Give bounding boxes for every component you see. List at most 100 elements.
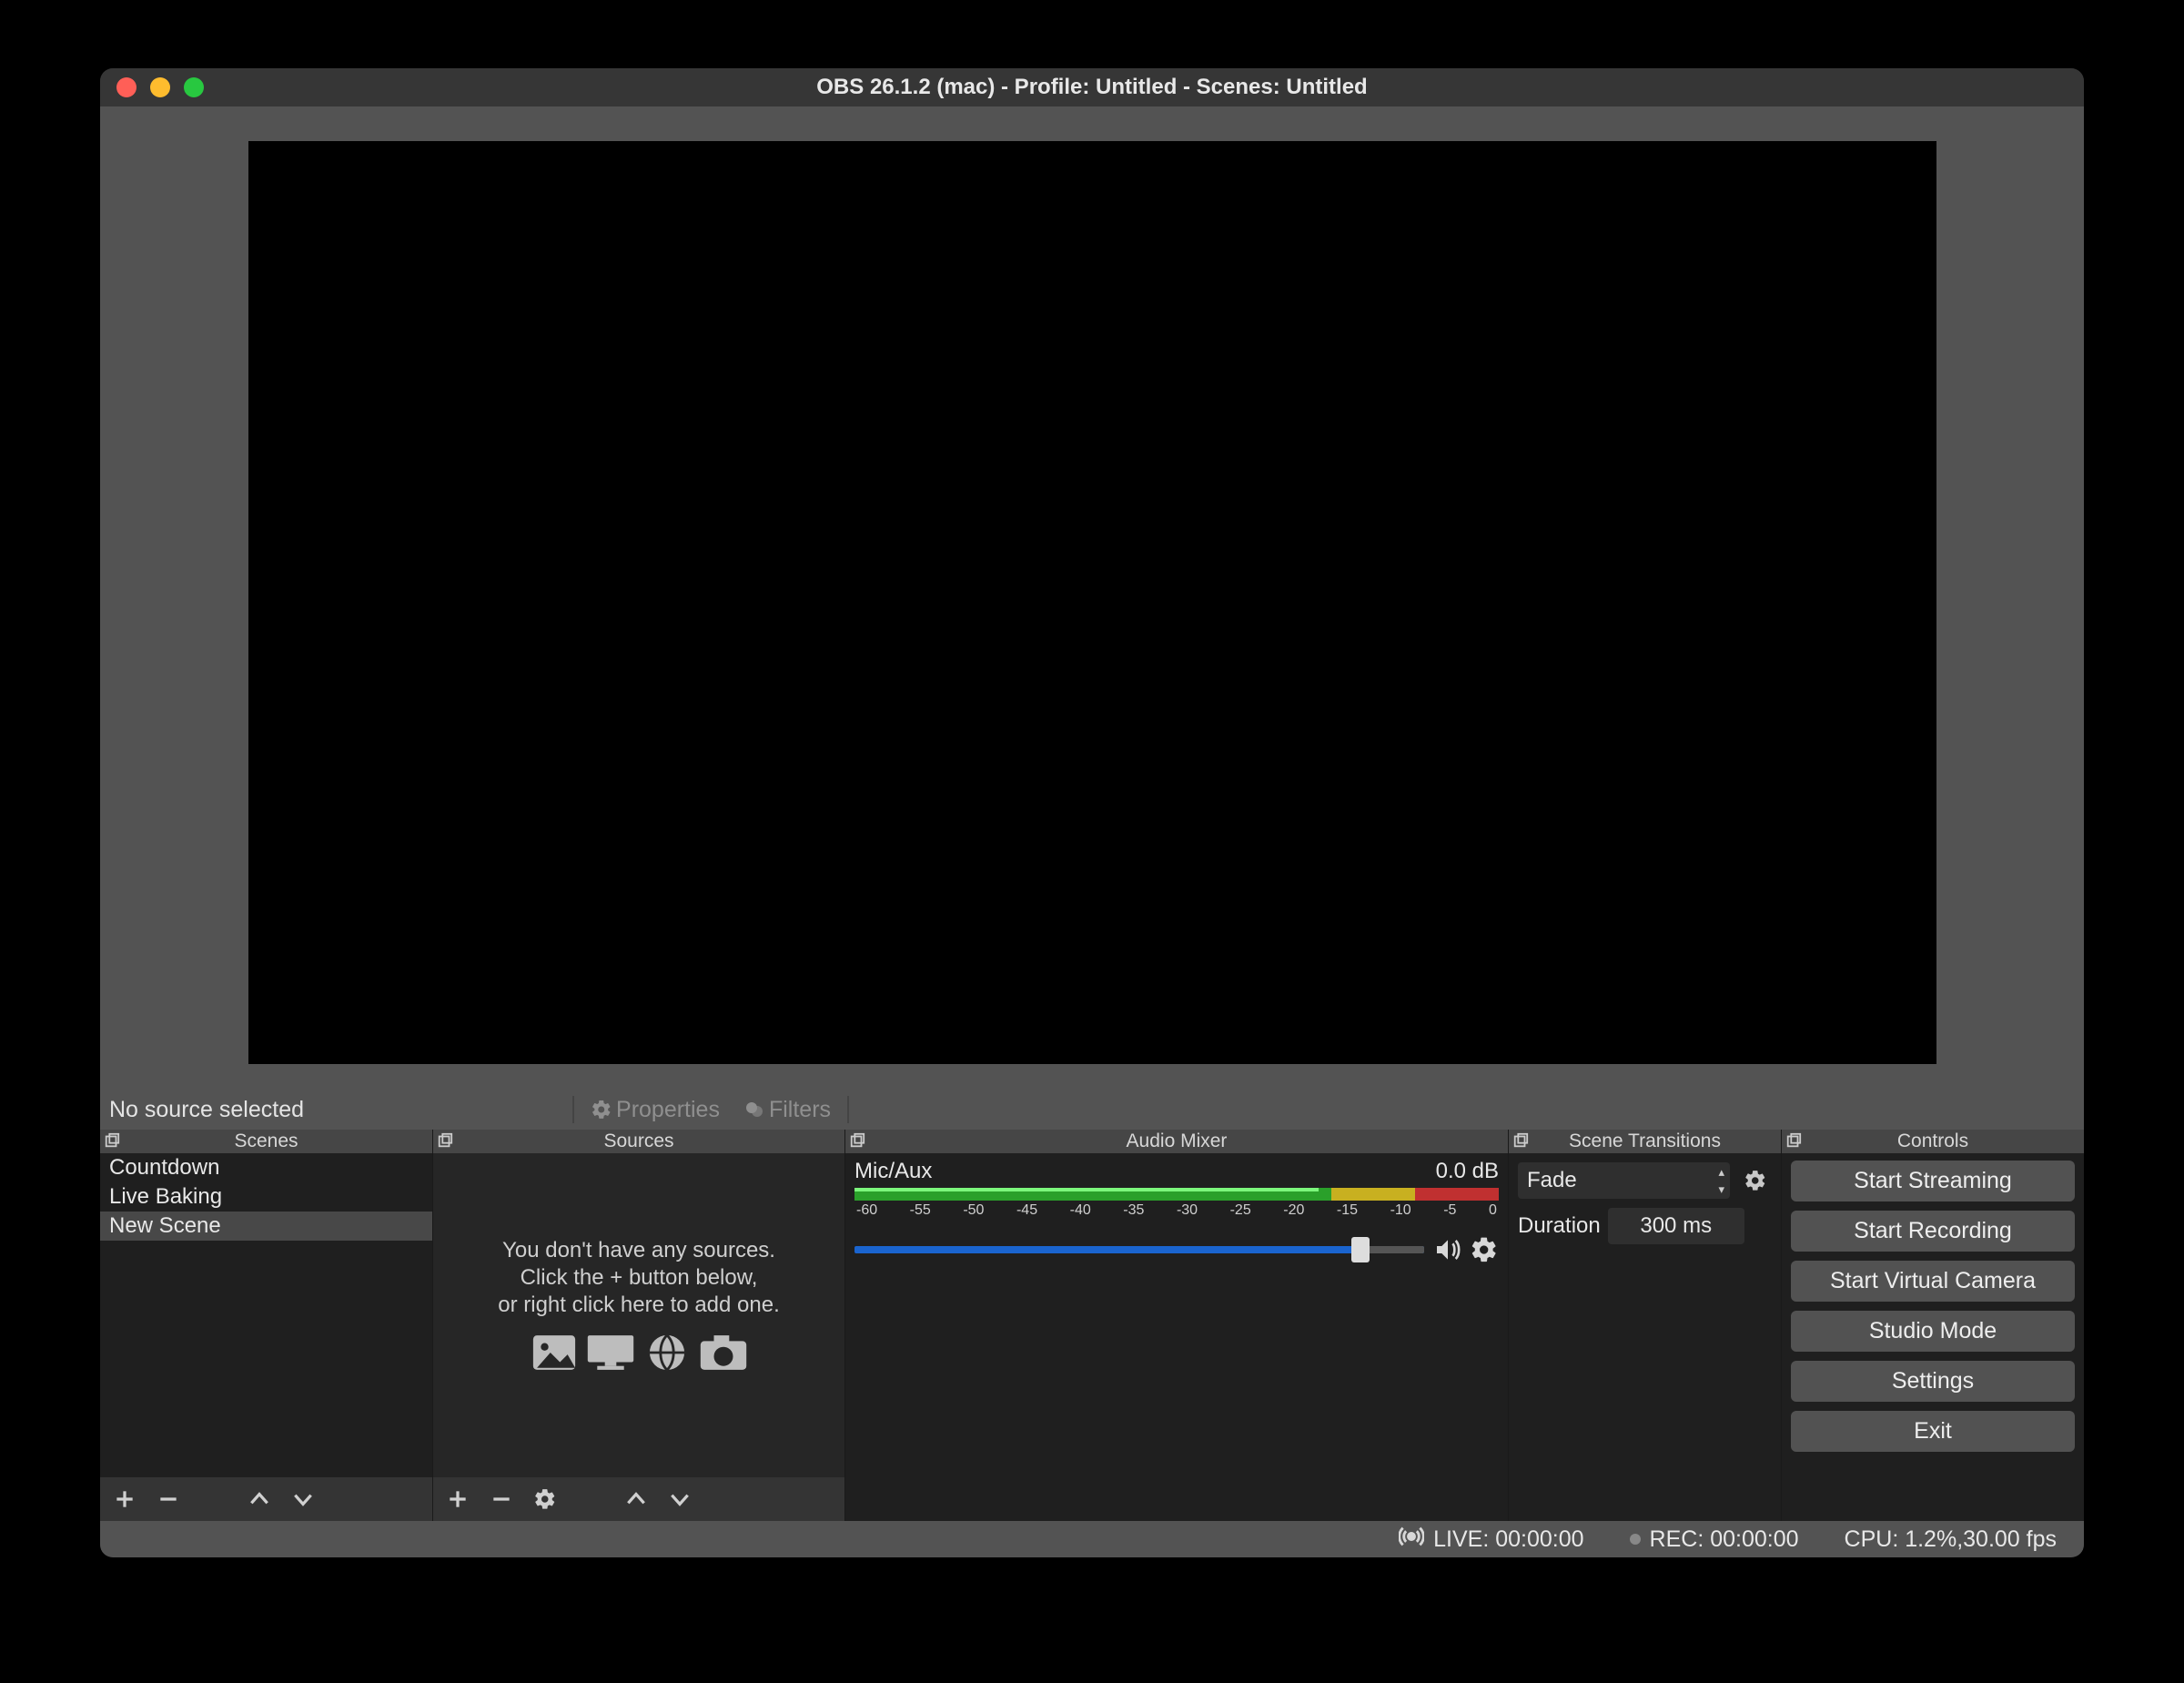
transition-settings-button[interactable] xyxy=(1737,1162,1774,1199)
scenes-toolbar xyxy=(100,1477,432,1521)
remove-scene-button[interactable] xyxy=(157,1487,180,1511)
volume-slider[interactable] xyxy=(854,1246,1424,1253)
scenes-dock: Scenes CountdownLive BakingNew Scene xyxy=(100,1130,433,1521)
scenes-list[interactable]: CountdownLive BakingNew Scene xyxy=(100,1153,432,1477)
transition-select[interactable]: Fade ▴▾ xyxy=(1518,1162,1730,1199)
scenes-title: Scenes xyxy=(234,1130,298,1152)
add-source-button[interactable] xyxy=(446,1487,470,1511)
studio-mode-button[interactable]: Studio Mode xyxy=(1791,1311,2075,1352)
popout-icon[interactable] xyxy=(849,1132,865,1149)
transitions-body: Fade ▴▾ Duration 300 ms ▴▾ xyxy=(1509,1153,1781,1521)
mixer-body: Mic/Aux 0.0 dB -60-55-50-45-40-35-30-25-… xyxy=(845,1153,1508,1521)
image-icon xyxy=(529,1333,580,1372)
volume-meter xyxy=(854,1188,1499,1201)
sources-header: Sources xyxy=(433,1130,844,1153)
status-bar: LIVE: 00:00:00 REC: 00:00:00 CPU: 1.2%,3… xyxy=(100,1521,2084,1557)
remove-source-button[interactable] xyxy=(490,1487,513,1511)
mixer-header: Audio Mixer xyxy=(845,1130,1508,1153)
separator xyxy=(572,1096,574,1124)
cpu-text: CPU: 1.2%,30.00 fps xyxy=(1845,1526,2057,1553)
gear-icon[interactable] xyxy=(1470,1235,1499,1264)
move-source-up-button[interactable] xyxy=(624,1487,648,1511)
popout-icon[interactable] xyxy=(104,1132,120,1149)
transitions-header: Scene Transitions xyxy=(1509,1130,1781,1153)
popout-icon[interactable] xyxy=(437,1132,453,1149)
tick-label: -10 xyxy=(1390,1202,1411,1219)
scene-item[interactable]: New Scene xyxy=(100,1212,432,1241)
duration-input[interactable]: 300 ms xyxy=(1608,1208,1744,1244)
sources-dock: Sources You don't have any sources. Clic… xyxy=(433,1130,845,1521)
speaker-icon[interactable] xyxy=(1433,1235,1462,1264)
popout-icon[interactable] xyxy=(1785,1132,1802,1149)
live-text: LIVE: 00:00:00 xyxy=(1433,1526,1583,1553)
preview-canvas[interactable] xyxy=(248,141,1936,1064)
tick-label: -40 xyxy=(1070,1202,1091,1219)
move-scene-down-button[interactable] xyxy=(291,1487,315,1511)
tick-label: -55 xyxy=(910,1202,931,1219)
duration-label: Duration xyxy=(1518,1213,1601,1239)
dock-row: Scenes CountdownLive BakingNew Scene Sou… xyxy=(100,1130,2084,1521)
display-icon xyxy=(585,1333,636,1372)
start-streaming-button[interactable]: Start Streaming xyxy=(1791,1161,2075,1201)
gear-icon xyxy=(591,1099,612,1120)
sources-empty-message[interactable]: You don't have any sources. Click the + … xyxy=(433,1153,844,1477)
rec-text: REC: 00:00:00 xyxy=(1650,1526,1799,1553)
tick-label: -35 xyxy=(1123,1202,1144,1219)
close-window-button[interactable] xyxy=(116,77,136,97)
move-source-down-button[interactable] xyxy=(668,1487,692,1511)
tick-label: -15 xyxy=(1337,1202,1358,1219)
separator xyxy=(847,1096,849,1124)
volume-slider-row xyxy=(854,1235,1499,1264)
tick-label: -25 xyxy=(1230,1202,1251,1219)
tick-label: -5 xyxy=(1443,1202,1456,1219)
status-cpu: CPU: 1.2%,30.00 fps xyxy=(1845,1526,2057,1553)
gear-icon xyxy=(1744,1169,1767,1192)
sources-toolbar xyxy=(433,1477,844,1521)
empty-line-1: You don't have any sources. xyxy=(433,1237,844,1264)
source-toolbar: No source selected Properties Filters xyxy=(100,1090,2084,1130)
tick-label: -30 xyxy=(1177,1202,1198,1219)
start-virtual-camera-button[interactable]: Start Virtual Camera xyxy=(1791,1261,2075,1302)
tick-label: 0 xyxy=(1489,1202,1497,1219)
controls-header: Controls xyxy=(1782,1130,2084,1153)
settings-button[interactable]: Settings xyxy=(1791,1361,2075,1402)
status-rec: REC: 00:00:00 xyxy=(1630,1526,1799,1553)
start-recording-button[interactable]: Start Recording xyxy=(1791,1211,2075,1252)
scene-item[interactable]: Countdown xyxy=(100,1153,432,1182)
filters-label: Filters xyxy=(769,1097,831,1123)
empty-line-3: or right click here to add one. xyxy=(433,1292,844,1319)
preview-area xyxy=(100,106,2084,1090)
exit-button[interactable]: Exit xyxy=(1791,1411,2075,1452)
controls-dock: Controls Start StreamingStart RecordingS… xyxy=(1782,1130,2084,1521)
filters-button[interactable]: Filters xyxy=(736,1097,838,1123)
transition-selected: Fade xyxy=(1527,1168,1577,1193)
audio-mixer-dock: Audio Mixer Mic/Aux 0.0 dB -60-55-50-45-… xyxy=(845,1130,1509,1521)
scenes-header: Scenes xyxy=(100,1130,432,1153)
source-toolbar-buttons: Properties Filters xyxy=(572,1090,849,1130)
globe-icon xyxy=(642,1333,693,1372)
controls-body: Start Streaming Start Recording Start Virt… xyxy=(1782,1153,2084,1521)
source-settings-button[interactable] xyxy=(533,1487,557,1511)
properties-button[interactable]: Properties xyxy=(583,1097,727,1123)
add-scene-button[interactable] xyxy=(113,1487,136,1511)
move-scene-up-button[interactable] xyxy=(248,1487,271,1511)
no-source-label: No source selected xyxy=(109,1097,304,1123)
popout-icon[interactable] xyxy=(1512,1132,1529,1149)
mixer-channel-name: Mic/Aux xyxy=(854,1159,932,1184)
duration-value: 300 ms xyxy=(1640,1213,1712,1239)
controls-title: Controls xyxy=(1897,1130,1968,1152)
window-title: OBS 26.1.2 (mac) - Profile: Untitled - S… xyxy=(100,75,2084,100)
sources-title: Sources xyxy=(603,1130,673,1152)
filters-icon xyxy=(743,1099,765,1120)
camera-icon xyxy=(698,1333,749,1372)
transitions-title: Scene Transitions xyxy=(1569,1130,1721,1152)
tick-label: -60 xyxy=(856,1202,877,1219)
minimize-window-button[interactable] xyxy=(150,77,170,97)
scene-item[interactable]: Live Baking xyxy=(100,1182,432,1212)
volume-thumb[interactable] xyxy=(1351,1237,1370,1262)
zoom-window-button[interactable] xyxy=(184,77,204,97)
transitions-dock: Scene Transitions Fade ▴▾ Duration 300 m… xyxy=(1509,1130,1782,1521)
mixer-db-value: 0.0 dB xyxy=(1436,1159,1499,1184)
obs-window: OBS 26.1.2 (mac) - Profile: Untitled - S… xyxy=(100,68,2084,1557)
status-live: LIVE: 00:00:00 xyxy=(1399,1524,1583,1556)
